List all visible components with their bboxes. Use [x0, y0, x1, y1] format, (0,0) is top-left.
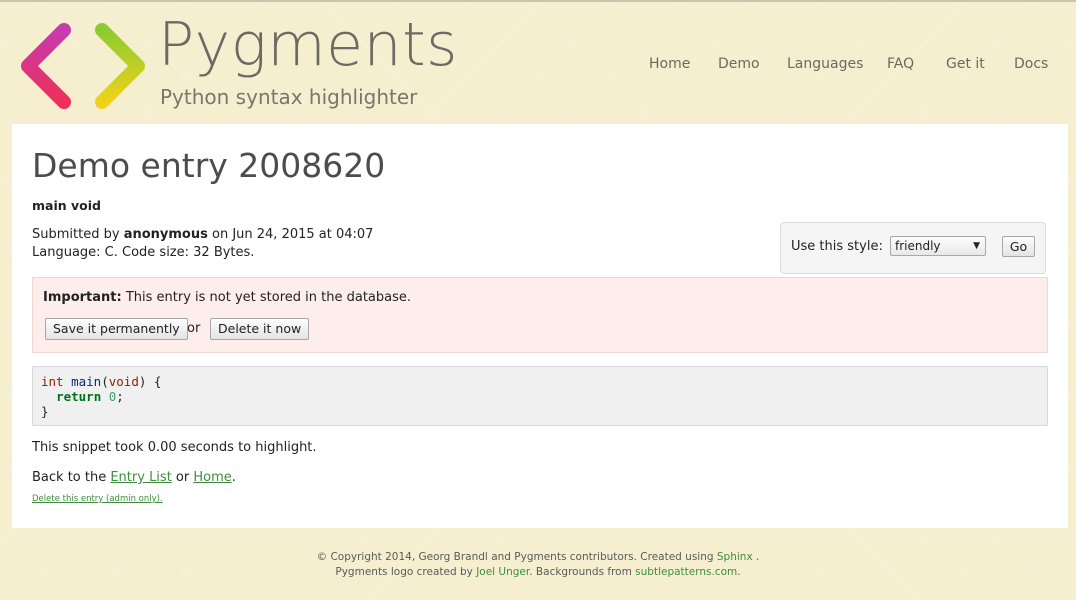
footer-punct: . — [737, 566, 741, 578]
code-line-1: int main(void) { — [41, 374, 161, 389]
nav-get-it[interactable]: Get it — [946, 55, 985, 73]
copyright-text: © Copyright 2014, Georg Brandl and Pygme… — [316, 551, 717, 563]
footer-line-2: Pygments logo created by Joel Unger. Bac… — [0, 565, 1076, 580]
code-token: int — [41, 374, 64, 389]
save-permanently-button[interactable]: Save it permanently — [45, 318, 188, 340]
go-button[interactable]: Go — [1002, 236, 1035, 257]
footer-line-1: © Copyright 2014, Georg Brandl and Pygme… — [0, 550, 1076, 565]
style-label: Use this style: — [791, 239, 883, 254]
submitted-prefix: Submitted by — [32, 227, 124, 242]
highlight-timing: This snippet took 0.00 seconds to highli… — [32, 440, 317, 455]
alert-text: This entry is not yet stored in the data… — [121, 290, 412, 305]
code-token: ; — [116, 389, 124, 404]
dropdown-arrow-icon: ▼ — [973, 241, 980, 251]
code-token: main — [71, 374, 102, 389]
code-block: int main(void) { return 0; } — [32, 366, 1048, 426]
nav-docs[interactable]: Docs — [1014, 55, 1048, 73]
back-links: Back to the Entry List or Home. — [32, 470, 236, 485]
code-token: ( — [101, 374, 109, 389]
home-link[interactable]: Home — [193, 470, 231, 485]
code-token: return — [56, 389, 102, 404]
code-token: void — [108, 374, 139, 389]
delete-now-button[interactable]: Delete it now — [210, 318, 310, 340]
style-select[interactable]: friendly ▼ — [890, 236, 986, 256]
unsaved-alert: Important: This entry is not yet stored … — [32, 277, 1048, 353]
main-content: Demo entry 2008620 main void Submitted b… — [12, 124, 1068, 528]
sphinx-link[interactable]: Sphinx — [717, 551, 753, 563]
site-footer: © Copyright 2014, Georg Brandl and Pygme… — [0, 550, 1076, 580]
style-picker-form: Use this style: friendly ▼ Go — [780, 222, 1046, 274]
back-prefix: Back to the — [32, 470, 111, 485]
nav-demo[interactable]: Demo — [718, 55, 760, 73]
entry-list-link[interactable]: Entry List — [110, 470, 171, 485]
submitted-date: on Jun 24, 2015 at 04:07 — [207, 227, 374, 242]
code-token: ) { — [138, 374, 162, 389]
joel-unger-link[interactable]: Joel Unger — [476, 566, 529, 578]
subtlepatterns-link[interactable]: subtlepatterns.com — [635, 566, 737, 578]
alert-message: Important: This entry is not yet stored … — [43, 290, 411, 305]
style-select-value: friendly — [895, 239, 941, 253]
entry-title: main void — [32, 198, 101, 213]
alert-or-text: or — [187, 321, 201, 336]
author-name: anonymous — [123, 227, 208, 242]
submission-info: Submitted by anonymous on Jun 24, 2015 a… — [32, 227, 373, 242]
back-middle: or — [171, 470, 194, 485]
code-line-2: return 0; — [41, 389, 124, 404]
back-suffix: . — [231, 470, 236, 485]
page-title: Demo entry 2008620 — [32, 146, 386, 185]
admin-delete-link[interactable]: Delete this entry (admin only). — [32, 494, 163, 504]
logo-credit-text: Pygments logo created by — [335, 566, 477, 578]
code-line-3: } — [41, 404, 49, 419]
nav-languages[interactable]: Languages — [787, 55, 863, 73]
site-header: Pygments Python syntax highlighter Home … — [0, 2, 1076, 124]
footer-punct: . — [752, 551, 760, 563]
alert-strong: Important: — [43, 290, 122, 305]
nav-faq[interactable]: FAQ — [887, 55, 914, 73]
site-subtitle: Python syntax highlighter — [160, 85, 418, 109]
nav-home[interactable]: Home — [649, 55, 690, 73]
main-nav: Home Demo Languages FAQ Get it Docs — [0, 55, 1076, 75]
language-info: Language: C. Code size: 32 Bytes. — [32, 245, 255, 260]
backgrounds-text: . Backgrounds from — [529, 566, 636, 578]
